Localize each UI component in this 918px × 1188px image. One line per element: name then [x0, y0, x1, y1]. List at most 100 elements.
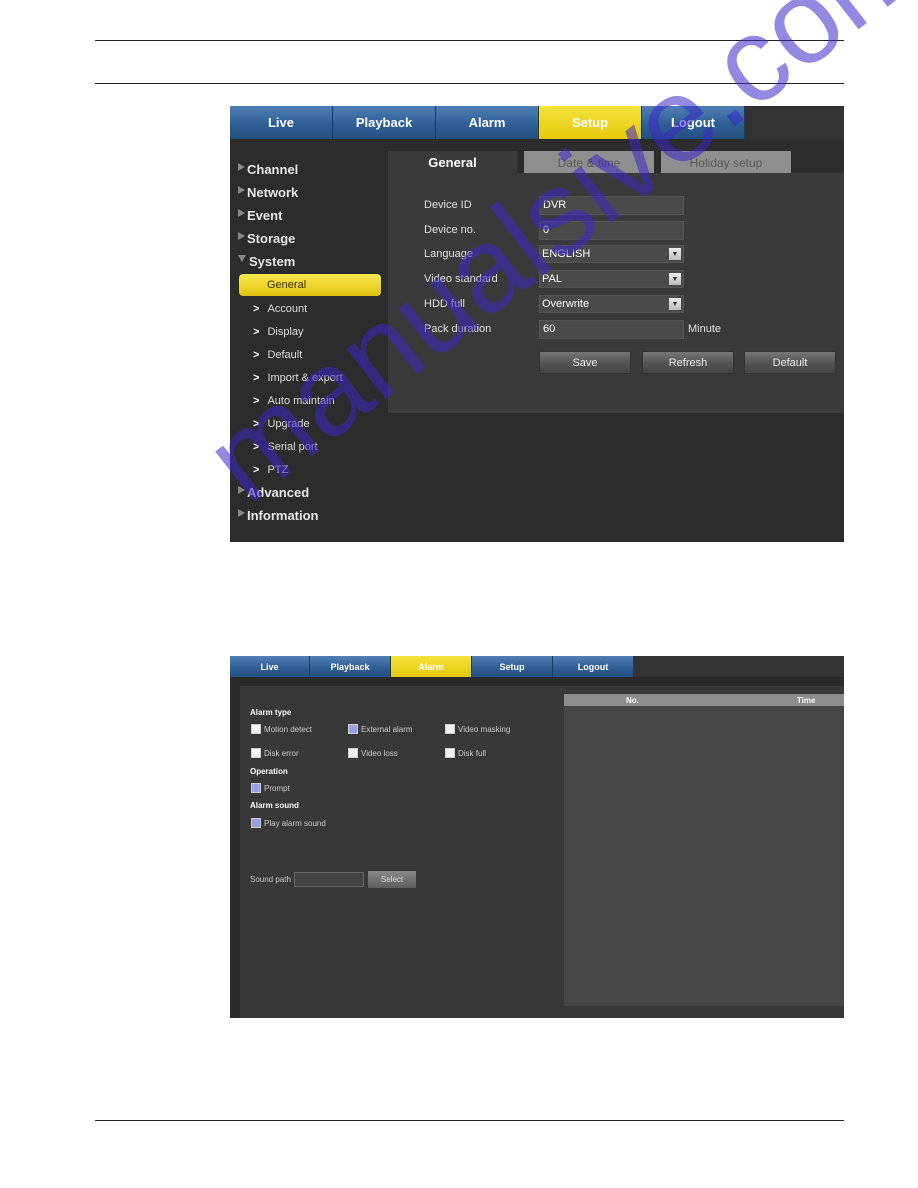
- top-nav: Live Playback Alarm Setup Logout: [230, 106, 745, 139]
- sidebar-sub-ptz[interactable]: > PTZ: [238, 458, 388, 481]
- sidebar-sub-auto-maintain[interactable]: > Auto maintain: [238, 389, 388, 412]
- prompt-checkbox[interactable]: Prompt: [251, 783, 290, 793]
- language-select[interactable]: ENGLISH ▼: [539, 245, 684, 263]
- sidebar-item-advanced[interactable]: Advanced: [238, 481, 388, 504]
- device-no-label: Device no.: [424, 224, 476, 236]
- checkbox-checked-icon: [251, 783, 261, 793]
- nav-tab-live[interactable]: Live: [230, 106, 333, 139]
- dropdown-arrow-icon[interactable]: ▼: [669, 248, 681, 260]
- chevron-right-icon: >: [253, 440, 260, 453]
- checkbox-icon: [445, 724, 455, 734]
- sidebar-sub-account[interactable]: > Account: [238, 297, 388, 320]
- triangle-right-icon: [238, 185, 245, 194]
- default-button[interactable]: Default: [744, 351, 836, 374]
- device-id-label: Device ID: [424, 199, 472, 211]
- dropdown-arrow-icon[interactable]: ▼: [669, 298, 681, 310]
- nav-filler: [745, 106, 844, 139]
- sidebar-label: Channel: [247, 162, 299, 177]
- sidebar: Channel Network Event Storage System Gen…: [238, 158, 388, 527]
- checkbox-label: Disk error: [264, 748, 299, 758]
- video-masking-checkbox[interactable]: Video masking: [445, 724, 510, 734]
- sidebar-sub-display[interactable]: > Display: [238, 320, 388, 343]
- nav-tab-live[interactable]: Live: [230, 656, 310, 677]
- row-hdd-full: HDD full Overwrite ▼: [424, 294, 684, 314]
- row-device-id: Device ID DVR: [424, 195, 684, 215]
- header-rule-bottom: [95, 83, 844, 84]
- chevron-right-icon: >: [253, 394, 260, 407]
- triangle-right-icon: [238, 208, 245, 217]
- video-standard-select[interactable]: PAL ▼: [539, 270, 684, 288]
- alarm-screenshot: Live Playback Alarm Setup Logout Alarm t…: [230, 656, 844, 1018]
- chevron-right-icon: >: [253, 325, 260, 338]
- sidebar-label: Storage: [247, 231, 296, 246]
- triangle-right-icon: [238, 485, 245, 494]
- nav-tab-logout[interactable]: Logout: [642, 106, 745, 139]
- pack-duration-input[interactable]: 60: [539, 319, 684, 339]
- row-video-standard: Video standard PAL ▼: [424, 269, 684, 289]
- checkbox-checked-icon: [348, 724, 358, 734]
- triangle-right-icon: [238, 231, 245, 240]
- nav-tab-playback[interactable]: Playback: [310, 656, 391, 677]
- sidebar-item-event[interactable]: Event: [238, 204, 388, 227]
- checkbox-icon: [348, 748, 358, 758]
- disk-error-checkbox[interactable]: Disk error: [251, 748, 299, 758]
- sidebar-sub-import-export[interactable]: > Import & export: [238, 366, 388, 389]
- sidebar-item-network[interactable]: Network: [238, 181, 388, 204]
- triangle-right-icon: [238, 162, 245, 171]
- sidebar-item-storage[interactable]: Storage: [238, 227, 388, 250]
- nav-tab-setup[interactable]: Setup: [472, 656, 553, 677]
- tab-holiday-setup[interactable]: Holiday setup: [661, 151, 791, 174]
- chevron-right-icon: >: [253, 371, 260, 384]
- sound-path-input[interactable]: [294, 872, 364, 887]
- refresh-button[interactable]: Refresh: [642, 351, 734, 374]
- sidebar-label: PTZ: [267, 463, 289, 476]
- row-device-no: Device no. 0: [424, 220, 684, 240]
- row-pack-duration: Pack duration 60 Minute: [424, 319, 721, 339]
- motion-detect-checkbox[interactable]: Motion detect: [251, 724, 312, 734]
- nav-tab-logout[interactable]: Logout: [553, 656, 634, 677]
- footer-rule: [95, 1120, 844, 1121]
- sidebar-label: Default: [267, 348, 303, 361]
- sidebar-sub-upgrade[interactable]: > Upgrade: [238, 412, 388, 435]
- checkbox-label: Video loss: [361, 748, 398, 758]
- sidebar-sub-serial-port[interactable]: > Serial port: [238, 435, 388, 458]
- tab-date-time[interactable]: Date & time: [524, 151, 654, 174]
- video-standard-value: PAL: [542, 273, 562, 285]
- device-id-input[interactable]: DVR: [539, 195, 684, 215]
- checkbox-label: Disk full: [458, 748, 487, 758]
- nav-tab-alarm[interactable]: Alarm: [391, 656, 472, 677]
- language-value: ENGLISH: [542, 248, 591, 260]
- sidebar-item-system[interactable]: System: [238, 250, 388, 273]
- sidebar-sub-general[interactable]: General: [239, 274, 381, 296]
- hdd-full-select[interactable]: Overwrite ▼: [539, 295, 684, 313]
- play-alarm-sound-checkbox[interactable]: Play alarm sound: [251, 818, 326, 828]
- checkbox-label: Motion detect: [264, 724, 313, 734]
- nav-filler: [634, 656, 844, 677]
- nav-tab-alarm[interactable]: Alarm: [436, 106, 539, 139]
- triangle-down-icon: [238, 255, 246, 262]
- operation-heading: Operation: [250, 767, 288, 776]
- sidebar-item-information[interactable]: Information: [238, 504, 388, 527]
- checkbox-icon: [445, 748, 455, 758]
- chevron-right-icon: >: [253, 348, 260, 361]
- column-time: Time: [796, 695, 816, 705]
- sidebar-sub-default[interactable]: > Default: [238, 343, 388, 366]
- select-button[interactable]: Select: [368, 871, 416, 888]
- tab-general[interactable]: General: [388, 151, 517, 174]
- alarm-type-heading: Alarm type: [250, 708, 292, 717]
- dropdown-arrow-icon[interactable]: ▼: [669, 273, 681, 285]
- nav-tab-playback[interactable]: Playback: [333, 106, 436, 139]
- save-button[interactable]: Save: [539, 351, 631, 374]
- sidebar-label: Account: [267, 302, 308, 315]
- video-loss-checkbox[interactable]: Video loss: [348, 748, 398, 758]
- sound-path-text: Sound path: [250, 875, 291, 884]
- nav-tab-setup[interactable]: Setup: [539, 106, 642, 139]
- chevron-right-icon: >: [253, 302, 260, 315]
- device-no-input[interactable]: 0: [539, 220, 684, 240]
- disk-full-checkbox[interactable]: Disk full: [445, 748, 486, 758]
- sidebar-item-channel[interactable]: Channel: [238, 158, 388, 181]
- sidebar-label: Event: [247, 208, 283, 223]
- checkbox-icon: [251, 724, 261, 734]
- sidebar-label: Advanced: [247, 485, 310, 500]
- external-alarm-checkbox[interactable]: External alarm: [348, 724, 413, 734]
